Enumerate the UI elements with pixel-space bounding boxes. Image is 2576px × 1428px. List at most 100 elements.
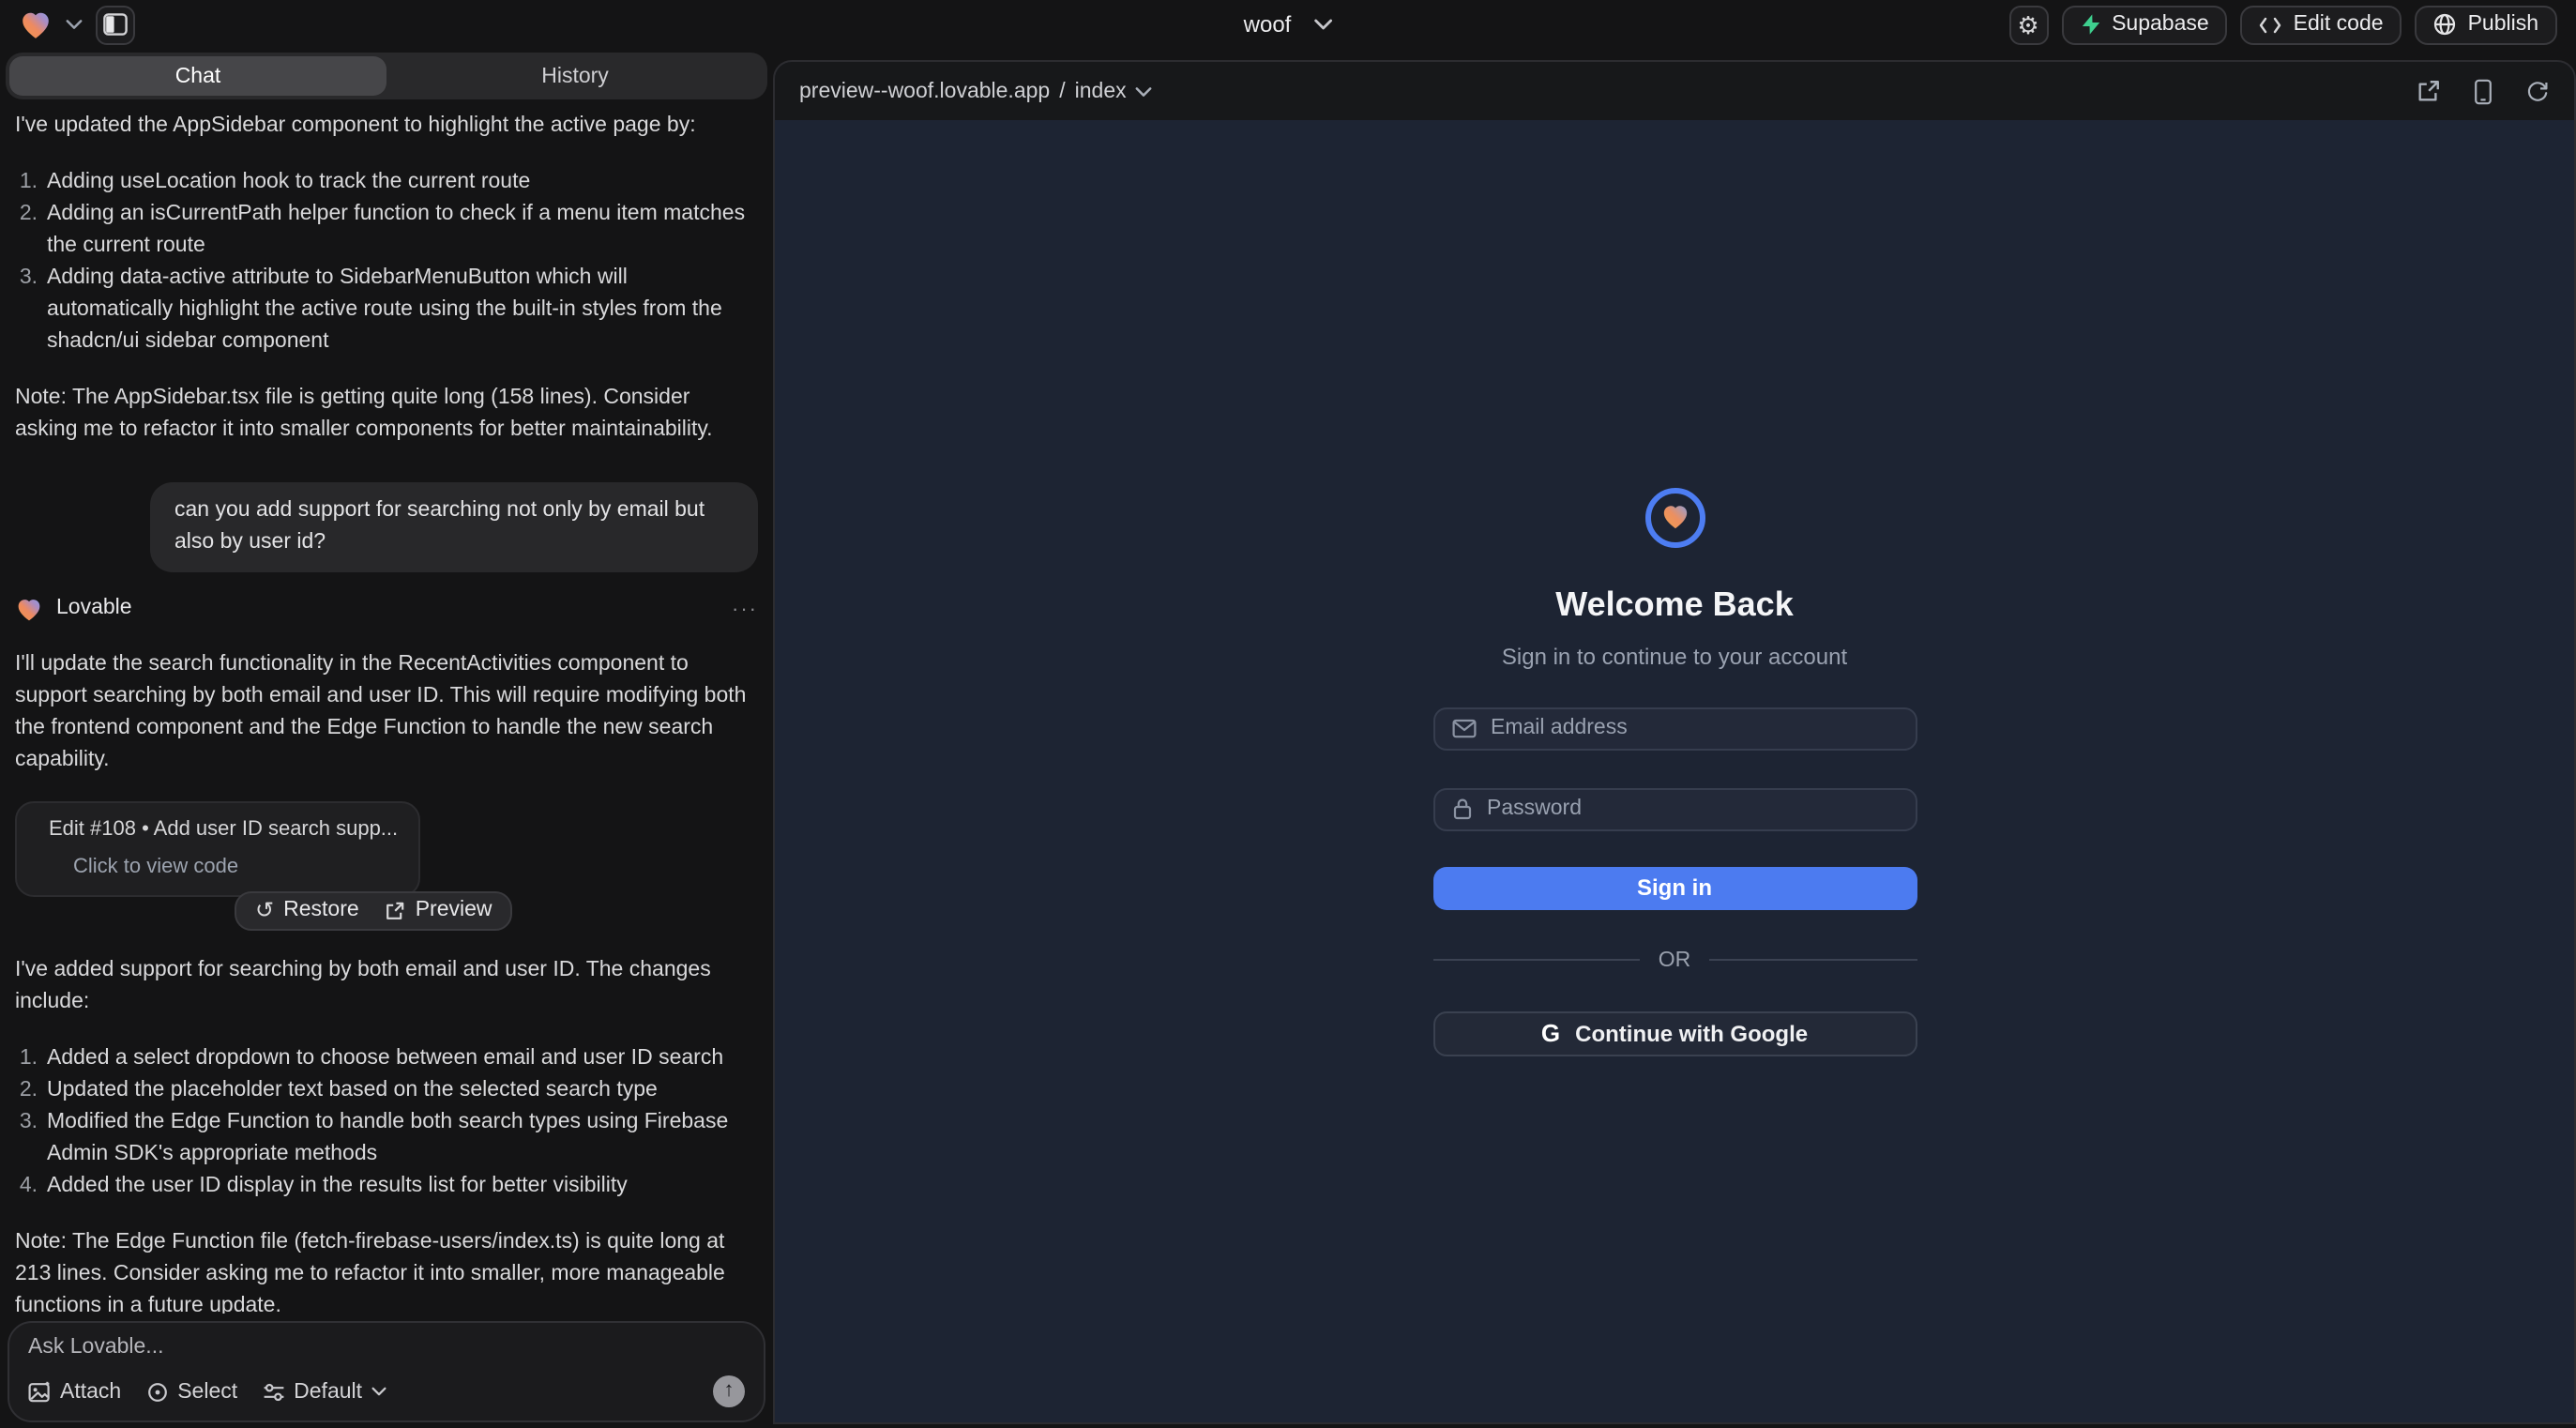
list-item-text: Added the user ID display in the results… [47, 1174, 628, 1196]
chat-messages: I've updated the AppSidebar component to… [0, 99, 773, 1314]
project-name: woof [1244, 11, 1292, 38]
publish-label: Publish [2468, 13, 2538, 36]
settings-button[interactable]: ⚙ [2008, 5, 2048, 44]
list-item-text: Adding an isCurrentPath helper function … [47, 203, 745, 257]
tab-chat[interactable]: Chat [9, 56, 386, 96]
app-heart-icon [1659, 503, 1690, 531]
open-in-new-tab-icon[interactable] [2417, 79, 2441, 103]
preview-toolbar: preview--woof.lovable.app / index [775, 62, 2574, 120]
list-item: Added the user ID display in the results… [15, 1170, 758, 1202]
password-field[interactable] [1487, 798, 1898, 820]
supabase-label: Supabase [2112, 13, 2209, 36]
external-link-icon [386, 900, 406, 920]
list-item-text: Updated the placeholder text based on th… [47, 1078, 658, 1101]
supabase-bolt-icon [2080, 13, 2100, 36]
list-item: Updated the placeholder text based on th… [15, 1074, 758, 1106]
select-button[interactable]: Select [145, 1380, 237, 1403]
google-sign-in-button[interactable]: G Continue with Google [1432, 1010, 1917, 1056]
list-item-text: Modified the Edge Function to handle bot… [47, 1110, 728, 1164]
sidebar-toggle-button[interactable] [96, 5, 135, 44]
mode-label: Default [294, 1380, 362, 1403]
supabase-button[interactable]: Supabase [2061, 5, 2228, 44]
code-brackets-icon [2260, 16, 2282, 33]
email-field-wrapper [1432, 706, 1917, 750]
edit-card[interactable]: Edit #108 • Add user ID search supp... C… [15, 801, 420, 897]
url-separator: / [1059, 80, 1065, 102]
chat-panel: Chat History I've updated the AppSidebar… [0, 49, 773, 1428]
envelope-icon [1451, 718, 1476, 738]
assistant-note: Note: The Edge Function file (fetch-fire… [15, 1226, 758, 1314]
assistant-paragraph: I've added support for searching by both… [15, 954, 758, 1018]
top-bar: woof ⚙ Supabase Edit code [0, 0, 2576, 49]
preview-url-selector[interactable]: preview--woof.lovable.app / index [799, 80, 1153, 102]
globe-icon [2434, 13, 2457, 36]
assistant-header: Lovable ··· [15, 593, 758, 625]
edit-code-button[interactable]: Edit code [2241, 5, 2402, 44]
preview-url: preview--woof.lovable.app [799, 80, 1050, 102]
chevron-down-icon [1136, 85, 1153, 97]
edit-code-label: Edit code [2294, 13, 2384, 36]
restore-label: Restore [283, 896, 359, 924]
mobile-view-icon[interactable] [2473, 78, 2493, 104]
attach-label: Attach [60, 1380, 121, 1403]
lovable-logo-heart-icon[interactable] [19, 8, 53, 40]
assistant-name: Lovable [56, 593, 132, 625]
chat-history-tabs: Chat History [6, 53, 767, 99]
select-target-icon [145, 1380, 168, 1403]
or-label: OR [1659, 949, 1691, 971]
list-item: Adding an isCurrentPath helper function … [15, 199, 758, 263]
app-logo [1644, 487, 1705, 547]
assistant-numbered-list: Added a select dropdown to choose betwee… [15, 1042, 758, 1202]
or-divider: OR [1432, 949, 1917, 971]
list-item-text: Adding useLocation hook to track the cur… [47, 171, 530, 193]
mode-selector[interactable]: Default [262, 1380, 386, 1403]
sliders-icon [262, 1380, 284, 1403]
sign-in-button[interactable]: Sign in [1432, 866, 1917, 909]
tab-history[interactable]: History [386, 56, 764, 96]
preview-button[interactable]: Preview [386, 896, 492, 924]
attach-button[interactable]: Attach [28, 1380, 121, 1403]
project-switcher[interactable]: woof [1244, 11, 1333, 38]
welcome-subtitle: Sign in to continue to your account [1432, 643, 1917, 669]
assistant-numbered-list: Adding useLocation hook to track the cur… [15, 167, 758, 358]
send-arrow-icon: ↑ [724, 1381, 735, 1402]
google-button-label: Continue with Google [1575, 1020, 1808, 1046]
lovable-avatar-heart-icon [15, 596, 43, 622]
message-menu-button[interactable]: ··· [732, 600, 758, 618]
restore-icon: ↺ [255, 899, 274, 921]
logo-chevron-down-icon[interactable] [66, 19, 83, 30]
chat-composer: Attach Select [8, 1321, 765, 1422]
send-button[interactable]: ↑ [713, 1375, 745, 1407]
google-g-icon: G [1541, 1021, 1560, 1045]
list-item-text: Added a select dropdown to choose betwee… [47, 1046, 723, 1069]
chevron-down-icon [371, 1387, 386, 1396]
preview-page: index [1075, 80, 1127, 102]
assistant-paragraph: I've updated the AppSidebar component to… [15, 111, 758, 143]
lock-icon [1451, 798, 1472, 820]
select-label: Select [177, 1380, 237, 1403]
edit-card-subtitle: Click to view code [36, 852, 400, 884]
welcome-title: Welcome Back [1432, 585, 1917, 624]
panel-left-icon [103, 13, 128, 36]
refresh-icon[interactable] [2525, 79, 2550, 103]
gear-icon: ⚙ [2017, 12, 2038, 37]
email-field[interactable] [1491, 717, 1898, 739]
list-item: Added a select dropdown to choose betwee… [15, 1042, 758, 1074]
user-message-bubble: can you add support for searching not on… [150, 482, 758, 572]
restore-button[interactable]: ↺ Restore [255, 896, 359, 924]
password-field-wrapper [1432, 787, 1917, 830]
list-item: Adding useLocation hook to track the cur… [15, 167, 758, 199]
project-chevron-down-icon [1313, 19, 1332, 30]
login-card: Welcome Back Sign in to continue to your… [1432, 487, 1917, 1056]
preview-viewport: Welcome Back Sign in to continue to your… [775, 120, 2574, 1422]
preview-label: Preview [416, 896, 492, 924]
lovable-app-window: woof ⚙ Supabase Edit code [0, 0, 2576, 1428]
assistant-paragraph: I'll update the search functionality in … [15, 649, 758, 777]
assistant-note: Note: The AppSidebar.tsx file is getting… [15, 383, 758, 447]
restore-preview-group: ↺ Restore Preview [235, 890, 513, 930]
chat-input[interactable] [28, 1336, 745, 1366]
publish-button[interactable]: Publish [2416, 5, 2557, 44]
attach-image-icon [28, 1380, 51, 1403]
edit-card-title: Edit #108 • Add user ID search supp... [49, 814, 398, 846]
preview-panel: preview--woof.lovable.app / index [773, 60, 2576, 1424]
